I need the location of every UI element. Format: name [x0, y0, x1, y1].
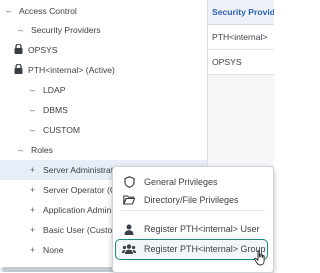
expand-icon[interactable]: + [28, 205, 37, 215]
collapse-icon[interactable]: – [28, 125, 37, 135]
tree-label: LDAP [43, 84, 66, 95]
menu-item-label: Directory/File Privileges [144, 195, 239, 205]
collapse-icon[interactable]: – [16, 25, 25, 35]
tree-label: CUSTOM [43, 124, 81, 135]
expand-icon[interactable]: + [28, 245, 37, 255]
table-row[interactable]: PTH<internal> [208, 25, 274, 50]
tree-label: Access Control [19, 5, 77, 16]
tree-node-pth-internal[interactable]: PTH<internal> (Active) [14, 60, 115, 80]
tree-node-security-providers[interactable]: – Security Providers [16, 20, 101, 40]
menu-item-general-privileges[interactable]: General Privileges [113, 173, 273, 191]
tree-node-opsys[interactable]: OPSYS [14, 40, 58, 60]
hand-pointer-cursor-icon [254, 250, 267, 268]
tree-label: OPSYS [28, 44, 58, 55]
menu-item-label: General Privileges [144, 177, 218, 187]
shield-icon [122, 176, 136, 188]
collapse-icon[interactable]: – [4, 6, 13, 16]
user-icon [122, 224, 136, 235]
menu-item-register-group[interactable]: Register PTH<internal> Group [113, 240, 273, 258]
tree-node-access-control[interactable]: – Access Control [4, 1, 77, 21]
tree-node-none[interactable]: + None [28, 240, 64, 260]
tree-label: DBMS [43, 104, 68, 115]
menu-item-label: Register PTH<internal> Group [144, 244, 266, 254]
tree-label: Server Administrator [43, 164, 121, 175]
column-header-security-provider[interactable]: Security Provider [208, 0, 274, 25]
collapse-icon[interactable]: – [16, 145, 25, 155]
table-row[interactable]: OPSYS [208, 50, 274, 75]
expand-icon[interactable]: + [28, 225, 37, 235]
tree-node-ldap[interactable]: – LDAP [28, 80, 65, 100]
tree-node-dbms[interactable]: – DBMS [28, 100, 68, 120]
lock-icon [14, 63, 23, 76]
users-group-icon [122, 244, 136, 254]
tree-label: Security Providers [31, 24, 101, 35]
lock-icon [14, 43, 23, 56]
tree-node-custom[interactable]: – CUSTOM [28, 120, 80, 140]
menu-item-directory-file-privileges[interactable]: Directory/File Privileges [113, 191, 273, 209]
expand-icon[interactable]: + [28, 165, 37, 175]
menu-item-label: Register PTH<internal> User [144, 224, 260, 234]
expand-icon[interactable]: + [28, 185, 37, 195]
collapse-icon[interactable]: – [28, 85, 37, 95]
folder-open-icon [122, 195, 136, 205]
scrollbar-thumb[interactable] [2, 267, 122, 272]
context-menu: General Privileges Directory/File Privil… [112, 166, 274, 273]
menu-item-register-user[interactable]: Register PTH<internal> User [113, 220, 273, 238]
tree-label: PTH<internal> (Active) [28, 64, 115, 75]
tree-label: None [43, 244, 64, 255]
menu-divider [121, 210, 265, 211]
tree-label: Roles [31, 144, 53, 155]
tree-node-roles[interactable]: – Roles [16, 140, 53, 160]
collapse-icon[interactable]: – [28, 105, 37, 115]
